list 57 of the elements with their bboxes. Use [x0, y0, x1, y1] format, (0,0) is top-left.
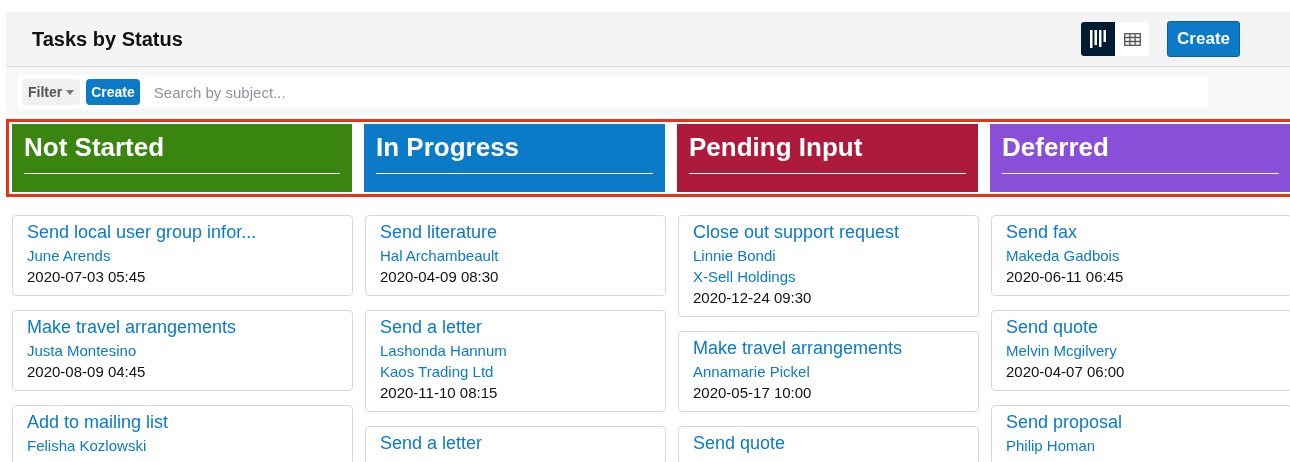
task-card[interactable]: Close out support request Linnie Bondi X-Sell Holdings 2020-12-24 09:30 [678, 215, 979, 317]
column-title: Deferred [1002, 132, 1279, 174]
task-card[interactable]: Send a letter Lashonda Hannum Kaos Trading Ltd 2020-11-10 08:15 [365, 310, 666, 412]
task-card[interactable]: Send proposal Philip Homan [991, 405, 1290, 462]
task-title[interactable]: Send fax [1006, 222, 1277, 243]
related-link[interactable]: Makeda Gadbois [1006, 247, 1277, 264]
board-view-icon [1090, 30, 1107, 48]
task-title[interactable]: Send local user group infor... [27, 222, 338, 243]
task-title[interactable]: Close out support request [693, 222, 964, 243]
due-date: 2020-07-03 05:45 [27, 268, 147, 285]
due-date: 2020-05-17 10:00 [693, 384, 813, 401]
related-link[interactable]: Melvin Mcgilvery [1006, 342, 1277, 359]
table-view-icon [1123, 32, 1141, 46]
task-title[interactable]: Send proposal [1006, 412, 1277, 433]
task-title[interactable]: Send a letter [380, 433, 651, 454]
related-link[interactable]: Philip Homan [1006, 437, 1277, 454]
related-link[interactable]: Justa Montesino [27, 342, 338, 359]
column-title: Pending Input [689, 132, 966, 174]
task-card[interactable]: Send a letter [365, 426, 666, 462]
task-card[interactable]: Send literature Hal Archambeault 2020-04-09 08:30 [365, 215, 666, 296]
search-bar[interactable]: Filter Create Search by subject... [18, 75, 1208, 109]
related-link[interactable]: June Arends [27, 247, 338, 264]
due-date: 2020-04-09 08:30 [380, 268, 500, 285]
related-link[interactable]: Annamarie Pickel [693, 363, 964, 380]
create-button[interactable]: Create [86, 79, 140, 105]
due-date: 2020-12-24 09:30 [693, 289, 813, 306]
task-title[interactable]: Add to mailing list [27, 412, 338, 433]
due-date: 2020-04-07 06:00 [1006, 363, 1126, 380]
due-date: 2020-06-11 06:45 [1006, 268, 1125, 285]
filter-button[interactable]: Filter [22, 79, 81, 105]
task-title[interactable]: Send quote [693, 433, 964, 454]
related-link[interactable]: Kaos Trading Ltd [380, 363, 651, 380]
task-card[interactable]: Make travel arrangements Annamarie Pickel 2020-05-17 10:00 [678, 331, 979, 412]
task-title[interactable]: Send literature [380, 222, 651, 243]
board-view-button[interactable] [1081, 22, 1116, 56]
task-card[interactable]: Make travel arrangements Justa Montesino 2020-08-09 04:45 [12, 310, 353, 391]
due-date: 2020-11-10 08:15 [380, 384, 499, 401]
task-card[interactable]: Send quote [678, 426, 979, 462]
task-card[interactable]: Send fax Makeda Gadbois 2020-06-11 06:45 [991, 215, 1290, 296]
related-link[interactable]: X-Sell Holdings [693, 268, 964, 285]
related-link[interactable]: Felisha Kozlowski [27, 437, 338, 454]
task-title[interactable]: Make travel arrangements [27, 317, 338, 338]
due-date: 2020-08-09 04:45 [27, 363, 147, 380]
related-link[interactable]: Hal Archambeault [380, 247, 651, 264]
create-button[interactable]: Create [1167, 21, 1240, 57]
page-title: Tasks by Status [32, 27, 184, 51]
task-card[interactable]: Send local user group infor... June Arends 2020-07-03 05:45 [12, 215, 353, 296]
task-card[interactable]: Add to mailing list Felisha Kozlowski [12, 405, 353, 462]
column-title: Not Started [24, 132, 340, 174]
related-link[interactable]: Linnie Bondi [693, 247, 964, 264]
task-title[interactable]: Make travel arrangements [693, 338, 964, 359]
task-title[interactable]: Send quote [1006, 317, 1277, 338]
caret-icon [66, 89, 75, 95]
column-title: In Progress [376, 132, 653, 174]
task-card[interactable]: Send quote Melvin Mcgilvery 2020-04-07 06:00 [991, 310, 1290, 391]
related-link[interactable]: Lashonda Hannum [380, 342, 651, 359]
task-title[interactable]: Send a letter [380, 317, 651, 338]
